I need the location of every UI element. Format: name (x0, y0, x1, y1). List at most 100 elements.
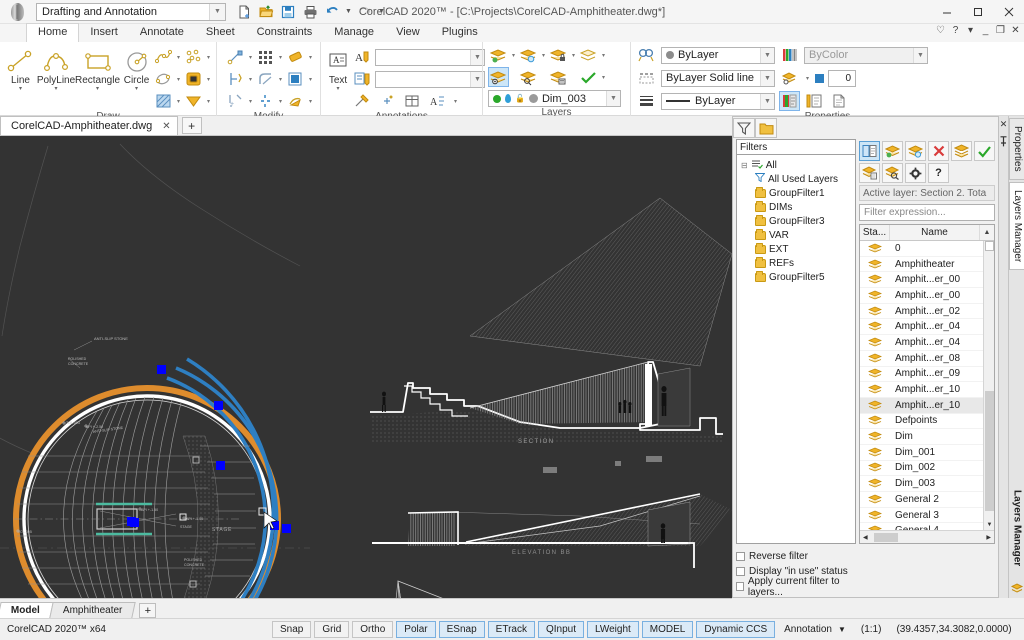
tree-node-groupfilter5[interactable]: GroupFilter5 (739, 270, 853, 284)
dimension-style-combo[interactable]: ▼ (375, 70, 485, 88)
doc-minimize-button[interactable]: _ (979, 25, 992, 36)
text-style-combo[interactable]: ▼ (375, 48, 485, 66)
layers-bottom-icon[interactable] (1009, 580, 1024, 596)
layout-tab-model[interactable]: Model (0, 602, 54, 618)
layer-properties-manager-icon[interactable] (488, 67, 509, 87)
doc-close-button[interactable]: ✕ (1009, 25, 1022, 36)
status-toggle-dynamic-ccs[interactable]: Dynamic CCS (696, 621, 776, 638)
minimize-button[interactable] (931, 0, 962, 24)
layer-status-icon[interactable] (860, 415, 890, 426)
layer-status-icon[interactable] (860, 400, 890, 411)
layer-status-icon[interactable] (860, 274, 890, 285)
redo-dropdown-icon[interactable]: ▼ (377, 2, 386, 22)
app-logo-icon[interactable] (4, 1, 30, 23)
tree-node-ext[interactable]: EXT (739, 242, 853, 256)
layer-row[interactable]: Amphit...er_04 (860, 335, 994, 351)
help-icon[interactable]: ? (928, 163, 949, 183)
scroll-left-icon[interactable]: ◀ (861, 534, 868, 541)
chevron-down-icon[interactable]: ▾ (452, 98, 459, 105)
status-toggle-esnap[interactable]: ESnap (438, 621, 485, 638)
chevron-down-icon[interactable]: ▾ (277, 54, 284, 61)
layers-horizontal-scrollbar[interactable]: ◀ ▶ (860, 530, 994, 543)
tree-node-var[interactable]: VAR (739, 228, 853, 242)
layer-status-icon[interactable] (860, 431, 890, 442)
tab-layers-manager-bottom[interactable]: Layers Manager (1009, 482, 1024, 580)
object-color-icon[interactable] (636, 45, 657, 65)
column-name[interactable]: Name (890, 225, 980, 240)
ribbon-tab-sheet[interactable]: Sheet (195, 24, 246, 42)
layer-status-icon[interactable] (860, 259, 890, 270)
center-mark-icon[interactable] (377, 91, 398, 111)
layer-row[interactable]: Amphit...er_00 (860, 288, 994, 304)
rectangle-button[interactable]: Rectangle ▾ (75, 45, 120, 92)
layer-row[interactable]: General 4 (860, 523, 994, 530)
chevron-down-icon[interactable]: ▾ (600, 74, 607, 81)
chevron-down-icon[interactable]: ▾ (205, 98, 212, 105)
status-toggle-grid[interactable]: Grid (314, 621, 350, 638)
ribbon-tab-plugins[interactable]: Plugins (431, 24, 489, 42)
column-status[interactable]: Sta... (860, 225, 890, 240)
open-icon[interactable] (256, 2, 276, 22)
chevron-down-icon[interactable]: ▾ (247, 98, 254, 105)
collapse-icon[interactable]: ⊟ (741, 161, 748, 170)
object-color-combo[interactable]: ByLayer ▼ (661, 46, 775, 64)
workspace-selector[interactable]: Drafting and Annotation ▼ (36, 2, 226, 21)
chevron-down-icon[interactable]: ▾ (205, 76, 212, 83)
layer-status-icon[interactable] (860, 290, 890, 301)
transparency-value[interactable]: 0 (828, 69, 856, 87)
chevron-down-icon[interactable]: ▾ (600, 52, 607, 59)
chamfer-icon[interactable]: + (225, 91, 246, 111)
layer-row[interactable]: Amphit...er_00 (860, 272, 994, 289)
delete-layer-icon[interactable] (928, 141, 949, 161)
layer-status-icon[interactable] (860, 462, 890, 473)
stretch-icon[interactable] (285, 91, 306, 111)
print-style-icon[interactable] (779, 45, 800, 65)
layer-row[interactable]: Amphit...er_04 (860, 319, 994, 336)
tab-layers-manager[interactable]: Layers Manager (1009, 181, 1024, 270)
chevron-down-icon[interactable]: ▾ (307, 76, 314, 83)
trim-icon[interactable] (225, 69, 246, 89)
layer-status-icon[interactable] (860, 525, 890, 530)
layer-status-icon[interactable] (860, 306, 890, 317)
new-icon[interactable] (234, 2, 254, 22)
tree-node-all[interactable]: ⊟ All (739, 158, 853, 172)
add-layout-button[interactable]: + (139, 603, 157, 618)
properties-palette-icon[interactable] (779, 91, 800, 111)
help-icon[interactable]: ? (949, 25, 962, 36)
layer-merge-icon[interactable] (548, 67, 569, 87)
chevron-down-icon[interactable]: ▾ (307, 54, 314, 61)
ribbon-tab-constraints[interactable]: Constraints (246, 24, 324, 42)
sort-ascending-icon[interactable]: ▲ (980, 225, 994, 240)
active-layer-combo[interactable]: 🔓 Dim_003 ▼ (488, 90, 621, 107)
redo-icon[interactable] (355, 2, 375, 22)
status-toggle-etrack[interactable]: ETrack (487, 621, 535, 638)
chevron-down-icon[interactable]: ▾ (175, 54, 182, 61)
layer-row[interactable]: Amphit...er_09 (860, 367, 994, 383)
new-layer-frozen-icon[interactable] (905, 141, 926, 161)
status-toggle-polar[interactable]: Polar (396, 621, 436, 638)
chevron-down-icon[interactable]: ▾ (277, 98, 284, 105)
layer-row[interactable]: Amphit...er_08 (860, 351, 994, 367)
ribbon-tab-annotate[interactable]: Annotate (129, 24, 195, 42)
chevron-down-icon[interactable]: ▾ (205, 54, 212, 61)
layer-row[interactable]: Amphitheater (860, 257, 994, 273)
chevron-down-icon[interactable]: ▾ (54, 86, 57, 92)
folder-icon[interactable] (755, 118, 777, 138)
lineweight-combo[interactable]: ByLayer ▼ (661, 92, 775, 110)
chevron-down-icon[interactable]: ▾ (804, 75, 811, 82)
layer-row[interactable]: Amphit...er_10 (860, 397, 994, 414)
text-button[interactable]: A Text ▾ (325, 45, 351, 92)
layer-row[interactable]: Defpoints (860, 414, 994, 430)
ribbon-tab-insert[interactable]: Insert (79, 24, 129, 42)
layer-isolate-icon[interactable] (578, 45, 599, 65)
layer-row[interactable]: General 3 (860, 508, 994, 524)
new-layer-icon[interactable] (882, 141, 903, 161)
layer-lock-icon[interactable] (548, 45, 569, 65)
print-style-combo[interactable]: ByColor ▼ (804, 46, 928, 64)
text-align-icon[interactable]: A (427, 91, 448, 111)
layer-status-icon[interactable] (860, 478, 890, 489)
scale-icon[interactable] (285, 69, 306, 89)
layer-row[interactable]: Amphit...er_02 (860, 304, 994, 320)
chevron-down-icon[interactable]: ▾ (336, 86, 339, 92)
chevron-down-icon[interactable]: ▾ (96, 86, 99, 92)
